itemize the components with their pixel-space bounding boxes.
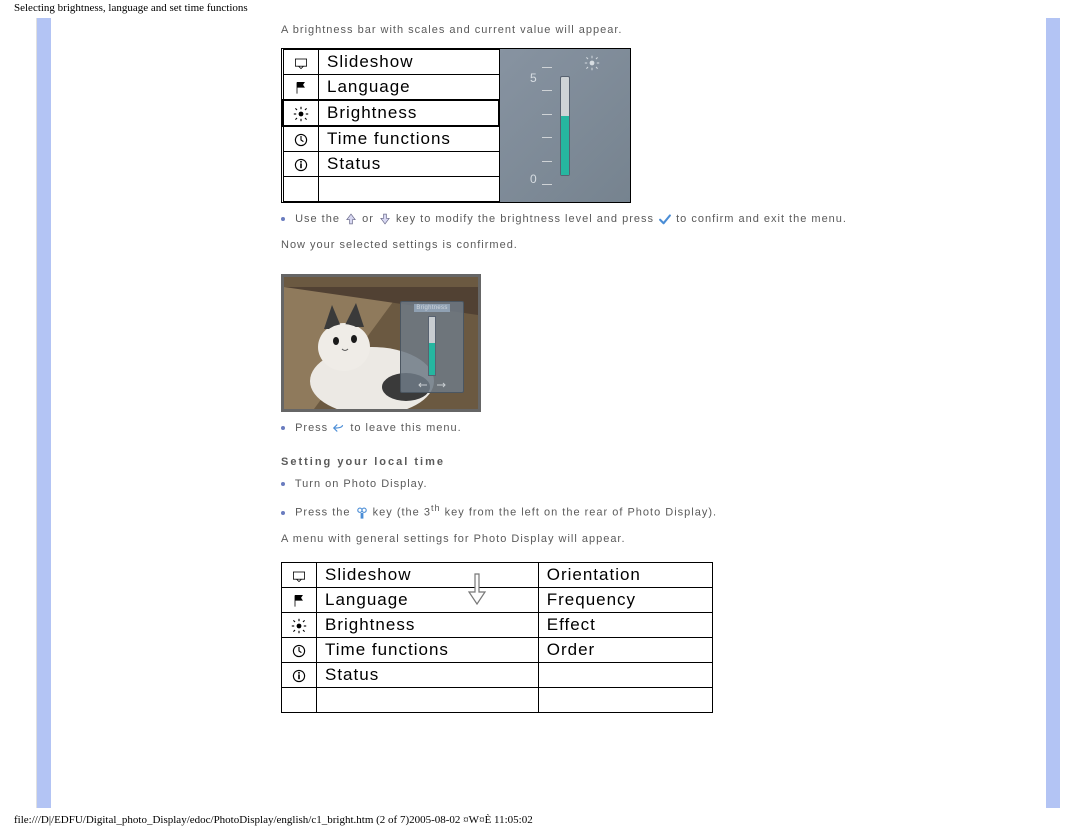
text-fragment: Press the bbox=[295, 507, 355, 519]
table-row: Time functions Order bbox=[282, 638, 713, 663]
info-icon bbox=[283, 152, 319, 177]
bullet-line: Use the or key to modify the brightness … bbox=[281, 211, 1036, 254]
menu-item-label: Brightness bbox=[317, 613, 539, 638]
bullet-icon bbox=[281, 482, 285, 486]
figure-menu-brightness: Slideshow Language Brightness bbox=[281, 48, 631, 203]
text-fragment: key to modify the brightness level and p… bbox=[396, 213, 658, 225]
clock-icon bbox=[282, 638, 317, 663]
menu-item-label: Language bbox=[319, 75, 500, 101]
text-fragment: Use the bbox=[295, 213, 344, 225]
content-area: A brightness bar with scales and current… bbox=[51, 18, 1046, 721]
menu-item-label: Frequency bbox=[538, 588, 712, 613]
scale-label-top: 5 bbox=[530, 71, 538, 85]
bullet-line: Press to leave this menu. bbox=[281, 420, 1036, 438]
text-fragment: Press bbox=[295, 422, 332, 434]
table-row: Language Frequency bbox=[282, 588, 713, 613]
brightness-track bbox=[560, 76, 570, 176]
table-row: Status bbox=[282, 663, 713, 688]
menu-item-label: Effect bbox=[538, 613, 712, 638]
down-arrow-icon bbox=[378, 213, 396, 225]
section-heading: Setting your local time bbox=[281, 456, 1036, 468]
table-row: Brightness Effect bbox=[282, 613, 713, 638]
page-footer: file:///D|/EDFU/Digital_photo_Display/ed… bbox=[0, 808, 1080, 826]
bullet-icon bbox=[281, 511, 285, 515]
menu-table-2: Slideshow Orientation Language Frequency… bbox=[281, 562, 713, 713]
table-row: Status bbox=[283, 152, 499, 177]
table-row: Time functions bbox=[283, 126, 499, 152]
table-row: Slideshow bbox=[283, 50, 499, 75]
slideshow-icon bbox=[282, 563, 317, 588]
slideshow-icon bbox=[283, 50, 319, 75]
text-fragment: key (the 3 bbox=[373, 507, 431, 519]
check-icon bbox=[658, 213, 676, 225]
intro-text: A brightness bar with scales and current… bbox=[281, 24, 1036, 36]
menu-item-label: Status bbox=[319, 152, 500, 177]
scale-label-bottom: 0 bbox=[530, 172, 538, 186]
bullet-line: Press the key (the 3th key from the left… bbox=[281, 501, 1036, 548]
bullet-icon bbox=[281, 426, 285, 430]
up-arrow-icon bbox=[344, 213, 362, 225]
page-header: Selecting brightness, language and set t… bbox=[0, 0, 1080, 16]
brightness-pane: 5 0 bbox=[500, 49, 630, 202]
info-icon bbox=[282, 663, 317, 688]
text-fragment: key from the left on the rear of Photo D… bbox=[441, 507, 717, 519]
text-fragment: to leave this menu. bbox=[350, 422, 461, 434]
confirm-text: Now your selected settings is confirmed. bbox=[281, 237, 1036, 255]
menu-item-label: Time functions bbox=[317, 638, 539, 663]
overlay-title: Brightness bbox=[414, 304, 449, 312]
document-frame: A brightness bar with scales and current… bbox=[36, 18, 1060, 808]
flag-icon bbox=[283, 75, 319, 101]
figure-menu-settings: Slideshow Orientation Language Frequency… bbox=[281, 562, 713, 713]
menu-item-label: Slideshow bbox=[319, 50, 500, 75]
menu-item-label: Time functions bbox=[319, 126, 500, 152]
text-fragment: to confirm and exit the menu. bbox=[676, 213, 847, 225]
text-fragment: Turn on Photo Display. bbox=[295, 478, 428, 490]
brightness-icon bbox=[283, 100, 319, 126]
sun-icon bbox=[584, 55, 600, 74]
menu-item-label: Slideshow bbox=[317, 563, 539, 588]
menu-item-label: Orientation bbox=[538, 563, 712, 588]
table-row bbox=[283, 177, 499, 202]
brightness-icon bbox=[282, 613, 317, 638]
figure-photo-preview: Brightness bbox=[281, 274, 481, 412]
table-row-selected: Brightness bbox=[283, 100, 499, 126]
menu-table-1: Slideshow Language Brightness bbox=[282, 49, 500, 202]
overlay-brightness-panel: Brightness bbox=[400, 301, 464, 393]
menu-item-label: Order bbox=[538, 638, 712, 663]
superscript: th bbox=[431, 503, 441, 513]
text-fragment: or bbox=[362, 213, 378, 225]
menu-item-label: Brightness bbox=[319, 100, 500, 126]
overlay-track bbox=[428, 316, 436, 376]
clock-icon bbox=[283, 126, 319, 152]
bullet-line: Turn on Photo Display. bbox=[281, 476, 1036, 494]
bullet-icon bbox=[281, 217, 285, 221]
left-stripe bbox=[37, 18, 51, 808]
menu-item-label: Status bbox=[317, 663, 539, 688]
table-row: Slideshow Orientation bbox=[282, 563, 713, 588]
text-line: A menu with general settings for Photo D… bbox=[281, 531, 1036, 549]
table-row: Language bbox=[283, 75, 499, 101]
back-icon bbox=[332, 422, 350, 434]
brightness-fill bbox=[561, 116, 569, 175]
settings-key-icon bbox=[355, 507, 373, 519]
table-row bbox=[282, 688, 713, 713]
right-stripe bbox=[1046, 18, 1060, 808]
flag-icon bbox=[282, 588, 317, 613]
menu-item-label: Language bbox=[317, 588, 539, 613]
